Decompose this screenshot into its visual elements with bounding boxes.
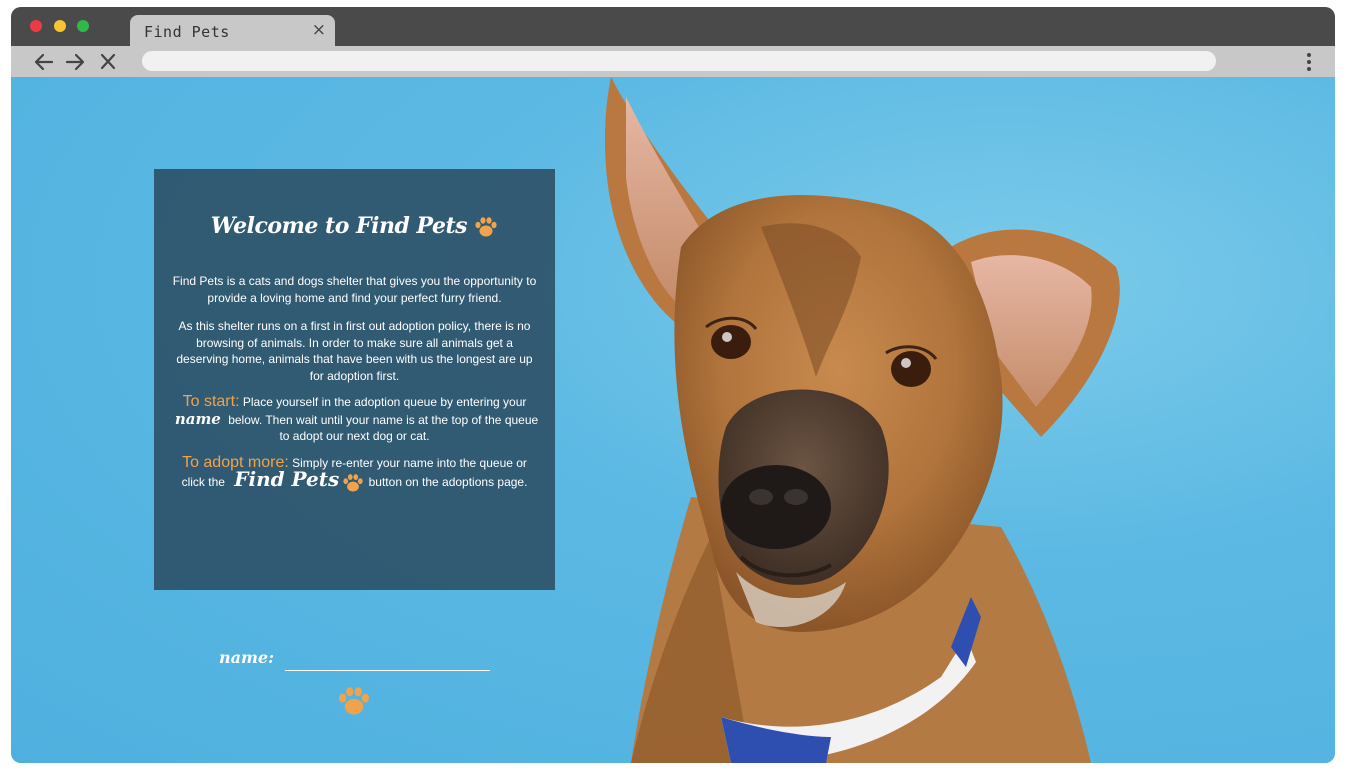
dog-photo	[604, 77, 1120, 763]
close-window-button[interactable]	[30, 20, 42, 32]
find-pets-brand: Find Pets	[234, 467, 340, 491]
tab-find-pets[interactable]: Find Pets ×	[130, 15, 335, 46]
kebab-menu-icon[interactable]	[1301, 52, 1317, 72]
browser-toolbar	[11, 46, 1335, 77]
arrow-left-icon[interactable]	[33, 51, 55, 73]
start-paragraph: To start: Place yourself in the adoption…	[170, 393, 539, 445]
start-label: To start:	[182, 393, 240, 410]
page-content: Welcome to Find Pets Find Pets is a cats…	[11, 77, 1335, 763]
welcome-card: Welcome to Find Pets Find Pets is a cats…	[154, 169, 555, 590]
address-bar[interactable]	[142, 51, 1216, 71]
intro-paragraph: Find Pets is a cats and dogs shelter tha…	[172, 274, 537, 305]
more-text-b: button on the adoptions page.	[368, 475, 528, 489]
start-name-word: name	[174, 409, 221, 428]
paw-icon	[475, 217, 497, 237]
maximize-window-button[interactable]	[77, 20, 89, 32]
browser-window: Find Pets × Welcome to Find Pets Find Pe…	[11, 7, 1335, 763]
tab-title: Find Pets	[144, 23, 230, 41]
arrow-right-icon[interactable]	[64, 51, 86, 73]
start-text-a: Place yourself in the adoption queue by …	[242, 395, 527, 409]
name-input[interactable]	[285, 647, 490, 671]
welcome-title-text: Welcome to Find Pets	[210, 213, 468, 239]
welcome-title: Welcome to Find Pets	[170, 213, 539, 243]
name-label: name:	[219, 648, 275, 667]
submit-paw-button[interactable]	[337, 685, 371, 717]
start-text-b: below. Then wait until your name is at t…	[228, 412, 539, 444]
paw-icon	[343, 474, 363, 492]
adopt-more-paragraph: To adopt more: Simply re-enter your name…	[170, 454, 539, 493]
policy-paragraph: As this shelter runs on a first in first…	[176, 319, 533, 383]
close-icon[interactable]	[97, 51, 119, 73]
tab-close-icon[interactable]: ×	[312, 21, 326, 39]
minimize-window-button[interactable]	[54, 20, 66, 32]
title-bar: Find Pets ×	[11, 7, 1335, 46]
